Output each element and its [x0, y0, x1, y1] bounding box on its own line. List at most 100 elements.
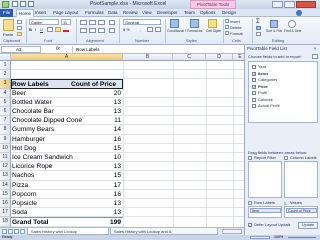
fill-color-icon[interactable]	[55, 27, 61, 32]
cell-label[interactable]: Pizza	[12, 181, 28, 190]
field-checkbox[interactable]	[252, 78, 256, 82]
field-name[interactable]: Year	[258, 64, 266, 69]
cell-value[interactable]: 15	[71, 171, 121, 180]
cell-label[interactable]: Beer	[12, 89, 26, 98]
cell-label[interactable]: Popcorn	[12, 190, 37, 199]
conditional-formatting-icon[interactable]	[170, 19, 179, 28]
cell-value[interactable]: 13	[71, 199, 121, 208]
row-header[interactable]: 17	[0, 208, 11, 218]
underline-button[interactable]: U	[40, 27, 43, 32]
minimize-button[interactable]	[272, 1, 283, 8]
align-middle-icon[interactable]	[89, 20, 96, 25]
redo-icon[interactable]	[28, 1, 34, 7]
cell-styles-icon[interactable]	[208, 19, 217, 28]
column-header-b[interactable]: B	[123, 54, 173, 61]
tab-data[interactable]: Data	[108, 9, 118, 17]
sheet-tab-sales-history-lookup[interactable]: Sales History with Lookup	[27, 228, 109, 235]
paste-icon[interactable]	[3, 19, 14, 31]
close-button[interactable]	[296, 1, 316, 8]
select-all-corner[interactable]	[0, 54, 11, 61]
font-name-select[interactable]: Calibri	[29, 19, 59, 25]
cell-label[interactable]: Licorice Rope	[12, 162, 52, 171]
table-row[interactable]: Pizza 17	[11, 181, 244, 190]
cell-label[interactable]: Nachos	[12, 171, 34, 180]
italic-button[interactable]: I	[35, 27, 36, 32]
column-header-e[interactable]: E	[233, 54, 244, 61]
horizontal-scrollbar[interactable]	[222, 229, 242, 234]
cell-label[interactable]: Bottled Water	[12, 98, 52, 107]
format-as-table-icon[interactable]	[190, 19, 199, 28]
name-box[interactable]: A3	[1, 46, 41, 53]
cell-label[interactable]: Hamburger	[12, 135, 45, 144]
table-row[interactable]: Hamburger 16	[11, 135, 244, 144]
copy-icon[interactable]	[17, 26, 22, 30]
align-center-icon[interactable]	[89, 28, 96, 33]
table-row[interactable]: Licorice Rope 13	[11, 162, 244, 172]
cut-icon[interactable]	[17, 20, 22, 24]
borders-icon[interactable]	[47, 27, 53, 32]
insert-cells-icon[interactable]	[225, 19, 229, 23]
row-header[interactable]: 16	[0, 199, 11, 209]
row-header[interactable]: 15	[0, 189, 11, 199]
table-row[interactable]: Soda 13	[11, 208, 244, 218]
align-left-icon[interactable]	[80, 28, 87, 33]
insert-cells-button[interactable]: Insert	[230, 19, 240, 24]
table-row[interactable]: Popsicle 13	[11, 199, 244, 209]
cell-label[interactable]: Hot Dog	[12, 144, 36, 153]
report-filter-area[interactable]	[248, 161, 282, 198]
table-row[interactable]: Chocolate Dipped Cone 11	[11, 116, 244, 126]
defer-layout-checkbox[interactable]	[248, 223, 252, 227]
font-size-select[interactable]: 11	[61, 19, 71, 25]
row-header[interactable]: 13	[0, 171, 11, 181]
field-name[interactable]: Price	[258, 84, 268, 89]
format-cells-button[interactable]: Format	[230, 31, 243, 36]
close-icon[interactable]: ×	[312, 46, 318, 51]
prev-sheet-icon[interactable]	[8, 229, 13, 234]
paste-button[interactable]: Paste	[3, 32, 13, 37]
maximize-button[interactable]	[284, 1, 295, 8]
delete-cells-button[interactable]: Delete	[230, 25, 242, 30]
cell-label[interactable]: Soda	[12, 208, 27, 217]
cell-label[interactable]: Ice Cream Sandwich	[12, 153, 73, 162]
wrap-text-icon[interactable]	[109, 20, 115, 25]
field-checkbox[interactable]	[252, 65, 256, 69]
autosum-icon[interactable]: Σ	[256, 19, 260, 25]
column-labels-area[interactable]	[284, 161, 318, 198]
first-sheet-icon[interactable]	[2, 229, 7, 234]
row-header[interactable]: 6	[0, 107, 11, 117]
sheet-tab-sales-history-lookup-a[interactable]: Sales History with Lookup and A	[110, 228, 218, 235]
cell-value[interactable]: 13	[71, 98, 121, 107]
merge-center-icon[interactable]	[109, 28, 115, 33]
cell-value[interactable]: 13	[71, 162, 121, 171]
format-painter-icon[interactable]	[17, 32, 22, 36]
table-row[interactable]: Popcorn 16	[11, 190, 244, 199]
field-name[interactable]: Categories	[258, 77, 277, 82]
sort-filter-button[interactable]: Sort & Filter	[266, 29, 282, 33]
format-as-table-button[interactable]: Format as Table	[187, 29, 204, 33]
conditional-formatting-button[interactable]: Conditional Formatting	[167, 29, 186, 33]
number-format-select[interactable]: General	[123, 19, 161, 25]
align-top-icon[interactable]	[80, 20, 87, 25]
clear-icon[interactable]	[256, 32, 261, 36]
field-name[interactable]: Items	[258, 71, 268, 76]
row-field-chip[interactable]: Item	[250, 208, 281, 213]
table-row[interactable]: Gummy Bears 14	[11, 125, 244, 135]
row-header[interactable]: 18	[0, 217, 11, 227]
zoom-slider[interactable]	[288, 237, 316, 238]
save-icon[interactable]	[12, 1, 18, 7]
table-row[interactable]: Chocolate Bar 13	[11, 107, 244, 117]
insert-function-button[interactable]: fx	[56, 45, 60, 54]
column-header-c[interactable]: C	[173, 54, 206, 61]
row-labels-area[interactable]: Item	[248, 206, 282, 218]
table-row[interactable]: Grand Total 199	[11, 217, 123, 227]
increase-decimal-icon[interactable]	[147, 27, 153, 32]
table-row[interactable]	[11, 70, 244, 80]
view-buttons[interactable]	[250, 236, 270, 239]
tab-design[interactable]: Design	[222, 9, 236, 17]
undo-icon[interactable]	[20, 1, 26, 7]
column-header-a[interactable]: A	[11, 54, 123, 61]
row-header[interactable]: 14	[0, 180, 11, 190]
cell-label[interactable]: Gummy Bears	[12, 125, 54, 134]
help-icon[interactable]	[296, 10, 302, 16]
field-checkbox[interactable]	[252, 97, 256, 102]
